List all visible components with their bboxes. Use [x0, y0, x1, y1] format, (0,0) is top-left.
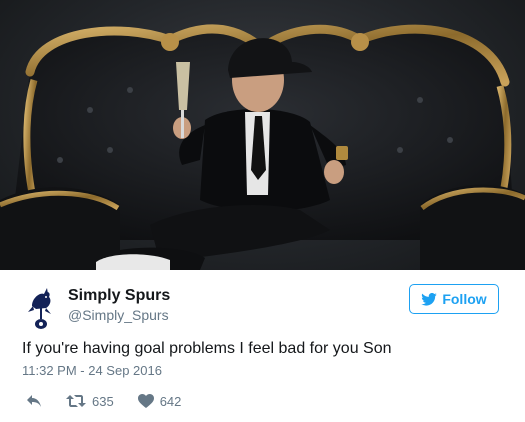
- like-action[interactable]: 642: [137, 393, 182, 409]
- twitter-bird-icon: [421, 292, 438, 306]
- tweet-timestamp[interactable]: 11:32 PM - 24 Sep 2016: [22, 363, 162, 378]
- tottenham-cockerel-logo: [28, 288, 51, 329]
- heart-icon: [137, 394, 154, 408]
- retweet-icon: [66, 395, 86, 407]
- tweet-card: Simply Spurs @Simply_Spurs Follow If you…: [0, 0, 525, 422]
- retweet-action[interactable]: 635: [66, 394, 114, 409]
- tweet-text: If you're having goal problems I feel ba…: [22, 340, 392, 357]
- follow-button-label: Follow: [442, 291, 487, 307]
- tweet-photo[interactable]: [0, 0, 525, 270]
- like-count: 642: [159, 393, 182, 409]
- avatar[interactable]: [22, 284, 60, 330]
- photo-illustration: [0, 24, 525, 270]
- author-name[interactable]: Simply Spurs: [68, 287, 170, 305]
- author-handle[interactable]: @Simply_Spurs: [68, 307, 169, 323]
- follow-button[interactable]: Follow: [409, 284, 499, 314]
- tweet-actions: 635 642: [26, 392, 205, 410]
- reply-icon: [27, 395, 41, 407]
- retweet-count: 635: [92, 393, 114, 409]
- reply-action[interactable]: [26, 394, 42, 408]
